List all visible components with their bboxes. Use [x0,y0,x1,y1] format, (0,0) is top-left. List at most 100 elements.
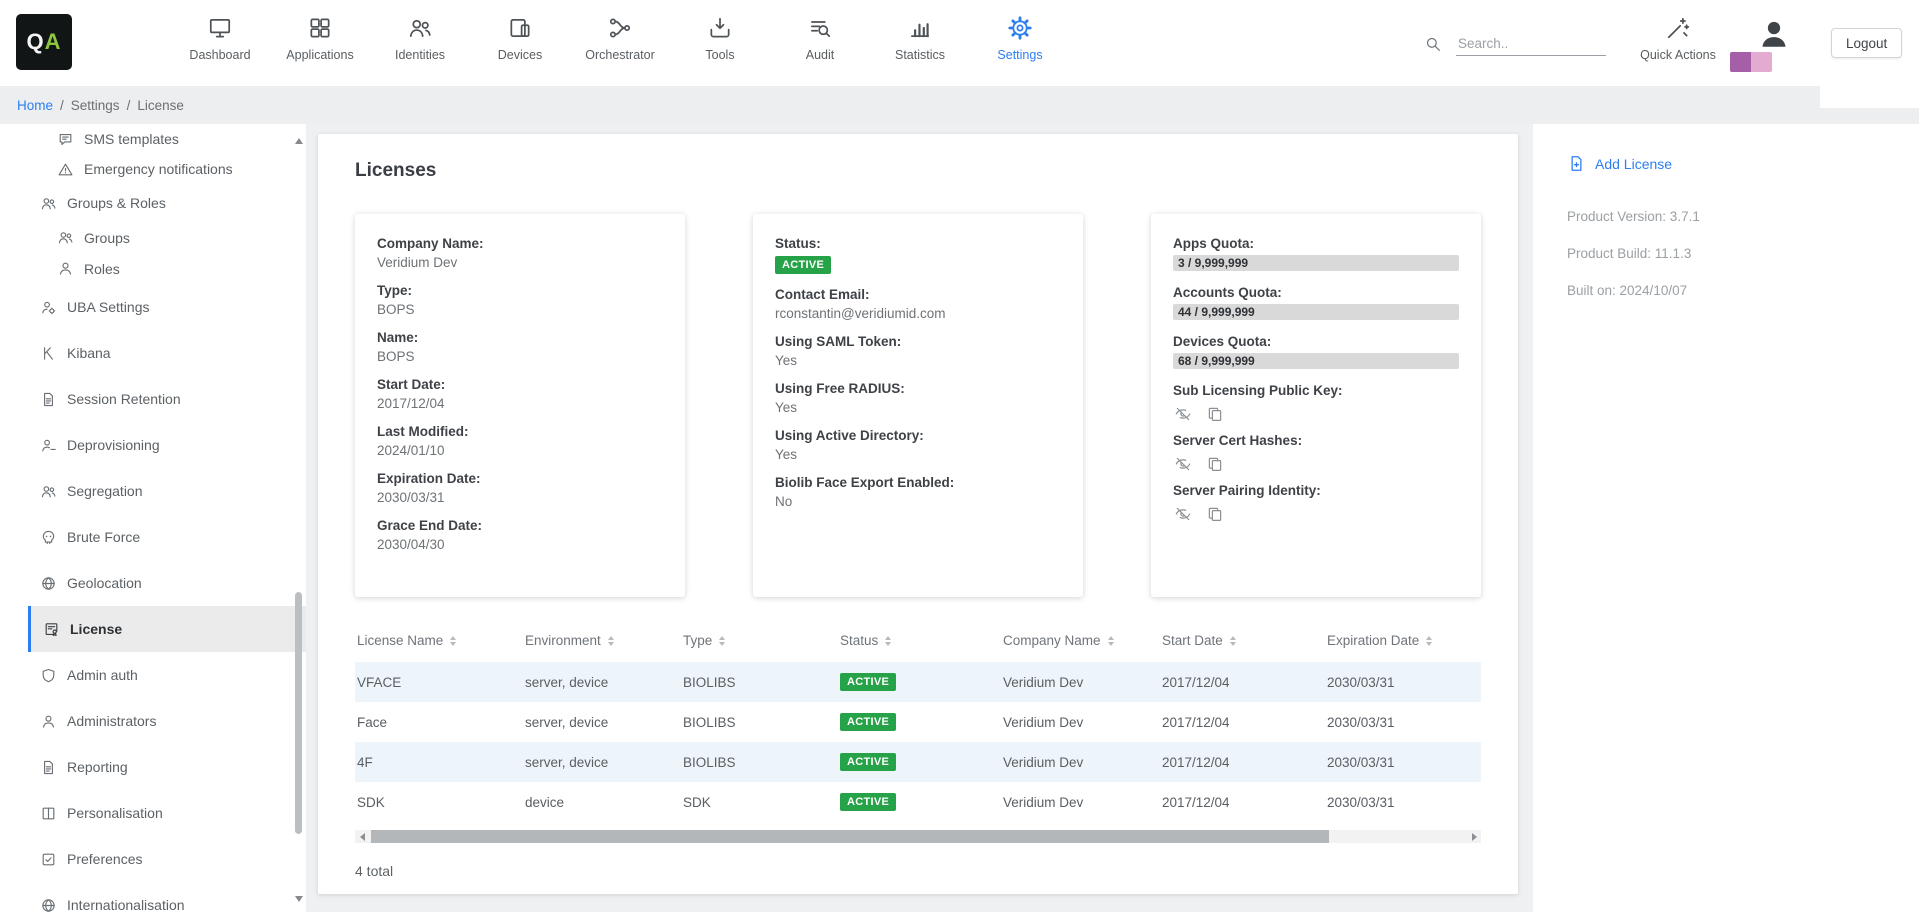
nav-item-devices[interactable]: Devices [470,8,570,62]
table-header-row: License Name Environment Type Status Com… [355,627,1481,662]
field-label: Start Date: [377,377,663,392]
sidebar-item-kibana[interactable]: Kibana [0,330,306,376]
table-horizontal-scrollbar[interactable] [355,830,1481,843]
scroll-left-arrow-icon[interactable] [355,830,369,843]
column-header-company-name[interactable]: Company Name [1001,627,1160,662]
column-header-type[interactable]: Type [681,627,838,662]
search-icon[interactable] [1424,35,1442,53]
column-header-environment[interactable]: Environment [523,627,681,662]
sidebar-item-admin-auth[interactable]: Admin auth [0,652,306,698]
breadcrumb-home[interactable]: Home [17,98,53,113]
sub-licensing-public-key: Sub Licensing Public Key: [1173,383,1459,423]
field-label: Status: [775,236,1061,251]
license-summary-cards: Company Name:Veridium Dev Type:BOPS Name… [355,214,1481,597]
groups-roles-icon [40,195,57,212]
theme-color-swatch[interactable] [1730,52,1772,72]
table-row[interactable]: SDK device SDK ACTIVE Veridium Dev 2017/… [355,782,1481,822]
sidebar-item-reporting[interactable]: Reporting [0,744,306,790]
sidebar-item-label: Personalisation [67,805,163,821]
nav-item-orchestrator[interactable]: Orchestrator [570,8,670,62]
scroll-right-arrow-icon[interactable] [1467,830,1481,843]
cell-company-name: Veridium Dev [1001,662,1160,702]
table-row[interactable]: 4F server, device BIOLIBS ACTIVE Veridiu… [355,742,1481,782]
quota-label: Apps Quota: [1173,236,1459,251]
eye-off-icon[interactable] [1174,455,1192,473]
sidebar-item-deprovisioning[interactable]: Deprovisioning [0,422,306,468]
copy-icon[interactable] [1206,455,1224,473]
table-row[interactable]: Face server, device BIOLIBS ACTIVE Verid… [355,702,1481,742]
app-logo[interactable]: Q A [16,14,72,70]
field-label: Grace End Date: [377,518,663,533]
search-input[interactable] [1456,32,1606,56]
sidebar-item-license[interactable]: License [28,606,306,652]
sidebar-item-segregation[interactable]: Segregation [0,468,306,514]
sidebar-item-label: Internationalisation [67,897,185,912]
user-avatar-icon[interactable] [1756,16,1792,52]
sidebar-item-emergency-notifications[interactable]: Emergency notifications [0,154,306,184]
nav-item-applications[interactable]: Applications [270,8,370,62]
quota-label: Accounts Quota: [1173,285,1459,300]
nav-label: Tools [705,48,734,62]
copy-icon[interactable] [1206,505,1224,523]
sidebar-item-groups-roles[interactable]: Groups & Roles [0,184,306,222]
emergency-notifications-icon [57,161,74,178]
nav-label: Devices [498,48,542,62]
field-label: Contact Email: [775,287,1061,302]
nav-item-dashboard[interactable]: Dashboard [170,8,270,62]
eye-off-icon[interactable] [1174,405,1192,423]
column-header-expiration-date[interactable]: Expiration Date [1325,627,1481,662]
add-license-button[interactable]: Add License [1567,154,1919,173]
sidebar-item-uba-settings[interactable]: UBA Settings [0,284,306,330]
copy-icon[interactable] [1206,405,1224,423]
sidebar-item-preferences[interactable]: Preferences [0,836,306,882]
nav-label: Orchestrator [585,48,654,62]
quick-actions-button[interactable]: Quick Actions [1628,8,1728,62]
nav-item-settings[interactable]: Settings [970,8,1070,62]
sidebar-item-session-retention[interactable]: Session Retention [0,376,306,422]
sidebar-item-label: Brute Force [67,529,140,545]
scroll-up-arrow-icon[interactable] [295,138,303,144]
nav-item-tools[interactable]: Tools [670,8,770,62]
breadcrumb-settings[interactable]: Settings [71,98,120,113]
sidebar-item-administrators[interactable]: Administrators [0,698,306,744]
field-value: BOPS [377,302,663,317]
sidebar-item-label: Session Retention [67,391,181,407]
scroll-down-arrow-icon[interactable] [295,896,303,902]
cell-type: SDK [681,782,838,822]
sidebar-item-sms-templates[interactable]: SMS templates [0,124,306,154]
secret-label: Server Cert Hashes: [1173,433,1459,448]
nav-item-identities[interactable]: Identities [370,8,470,62]
sidebar-item-roles[interactable]: Roles [0,253,306,284]
column-header-status[interactable]: Status [838,627,1001,662]
cell-type: BIOLIBS [681,742,838,782]
column-header-license-name[interactable]: License Name [355,627,523,662]
nav-label: Audit [806,48,835,62]
logout-button[interactable]: Logout [1831,28,1902,58]
table-row[interactable]: VFACE server, device BIOLIBS ACTIVE Veri… [355,662,1481,702]
breadcrumb-license: License [137,98,184,113]
cell-license-name: Face [355,702,523,742]
nav-item-statistics[interactable]: Statistics [870,8,970,62]
column-header-start-date[interactable]: Start Date [1160,627,1325,662]
top-header: Q A Dashboard Applications Identities De… [0,0,1919,86]
sidebar-item-brute-force[interactable]: Brute Force [0,514,306,560]
eye-off-icon[interactable] [1174,505,1192,523]
horizontal-scrollbar-thumb[interactable] [371,830,1329,843]
server-cert-hashes: Server Cert Hashes: [1173,433,1459,473]
quota-value: 3 / 9,999,999 [1178,256,1248,270]
sidebar-item-groups[interactable]: Groups [0,222,306,253]
sidebar-item-personalisation[interactable]: Personalisation [0,790,306,836]
cell-status: ACTIVE [838,662,1001,702]
header-right-white-panel [1820,86,1919,108]
nav-item-audit[interactable]: Audit [770,8,870,62]
status-badge: ACTIVE [840,753,896,771]
product-build: Product Build: 11.1.3 [1567,246,1919,261]
sidebar-item-internationalisation[interactable]: Internationalisation [0,882,306,912]
cell-status: ACTIVE [838,702,1001,742]
cell-company-name: Veridium Dev [1001,702,1160,742]
nav-label: Identities [395,48,445,62]
apps-quota-bar: 3 / 9,999,999 [1173,255,1459,271]
sidebar-item-geolocation[interactable]: Geolocation [0,560,306,606]
sidebar-scrollbar[interactable] [292,124,305,912]
sidebar-scrollbar-thumb[interactable] [295,592,302,834]
